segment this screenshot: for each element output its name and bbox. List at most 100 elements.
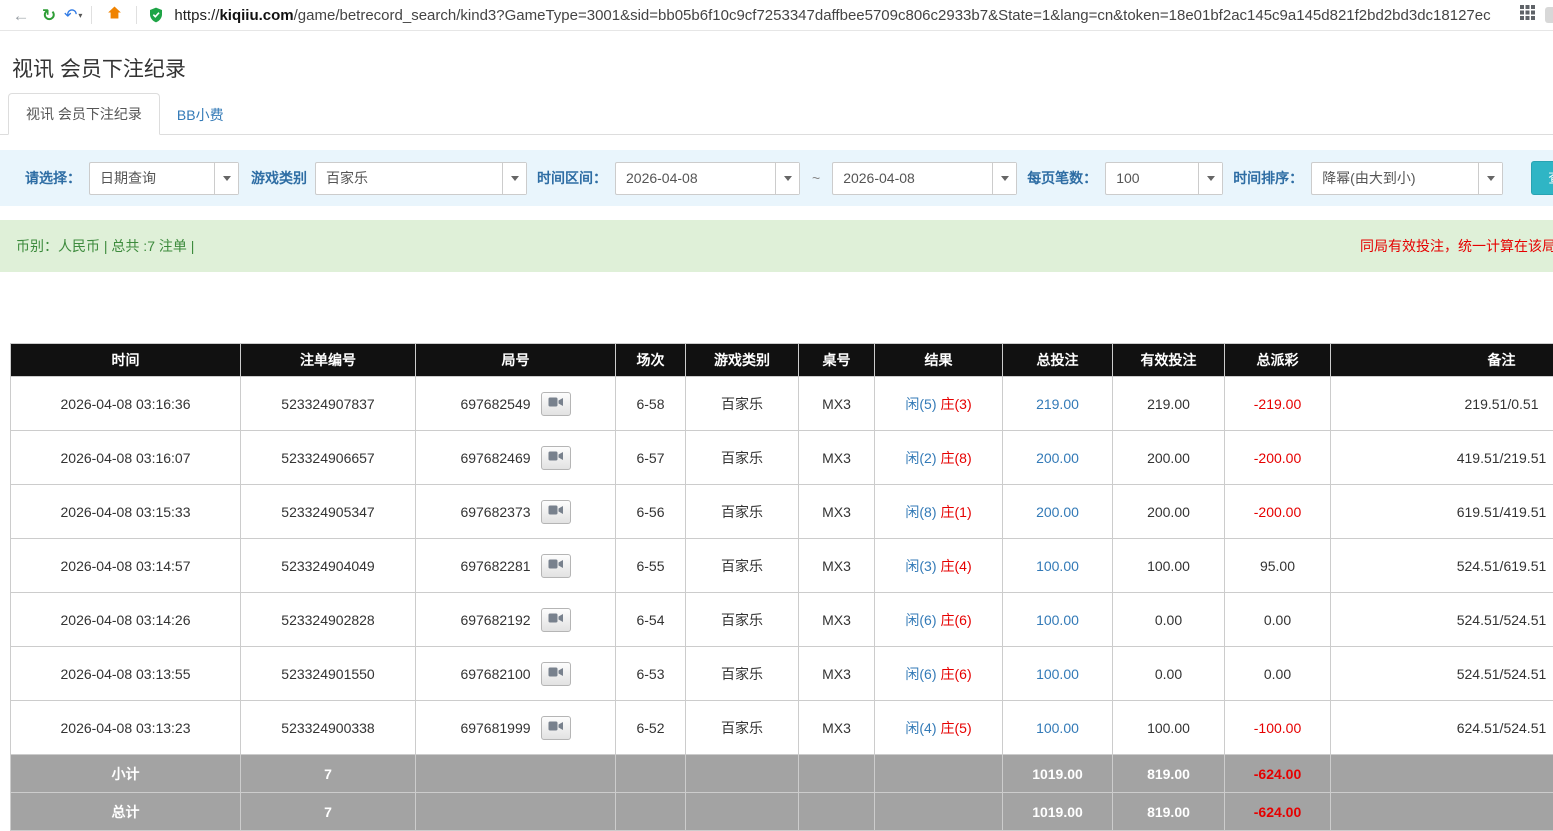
result-player: 闲(5) — [905, 396, 936, 412]
chevron-down-icon — [775, 163, 799, 194]
result-player: 闲(8) — [905, 504, 936, 520]
cell-bet-id: 523324907837 — [241, 377, 416, 431]
cell-time: 2026-04-08 03:16:07 — [11, 431, 241, 485]
video-camera-icon — [548, 504, 564, 519]
back-icon[interactable]: ← — [8, 1, 34, 30]
video-replay-button[interactable] — [541, 554, 571, 578]
result-banker: 庄(1) — [941, 504, 972, 520]
cell-time: 2026-04-08 03:13:23 — [11, 701, 241, 755]
cell-bet-id: 523324905347 — [241, 485, 416, 539]
cell-valid-bet: 200.00 — [1113, 485, 1225, 539]
result-player: 闲(3) — [905, 558, 936, 574]
cell-table-no: MX3 — [799, 593, 875, 647]
cell-payout: 0.00 — [1225, 647, 1331, 701]
video-replay-button[interactable] — [541, 500, 571, 524]
divider — [136, 6, 137, 24]
cell-session: 6-58 — [616, 377, 686, 431]
page-size-label: 每页笔数： — [1027, 168, 1097, 188]
cell-result: 闲(8) 庄(1) — [875, 485, 1003, 539]
refresh-icon[interactable]: ↻ — [36, 1, 62, 30]
total-bet-link[interactable]: 200.00 — [1036, 450, 1079, 466]
game-type-label: 游戏类别 — [251, 168, 307, 188]
cell-total-bet: 100.00 — [1003, 593, 1113, 647]
total-bet-link[interactable]: 100.00 — [1036, 666, 1079, 682]
search-button[interactable]: 查询 — [1531, 161, 1553, 195]
url-text[interactable]: https://kiqiiu.com/game/betrecord_search… — [174, 7, 1490, 24]
query-type-select[interactable]: 日期查询 — [89, 162, 239, 195]
cell-remark: 524.51/619.51 — [1331, 539, 1553, 593]
cell-result: 闲(3) 庄(4) — [875, 539, 1003, 593]
cell-total-bet: 100.00 — [1003, 647, 1113, 701]
video-replay-button[interactable] — [541, 446, 571, 470]
total-bet-link[interactable]: 100.00 — [1036, 612, 1079, 628]
column-header: 有效投注 — [1113, 344, 1225, 377]
column-header: 桌号 — [799, 344, 875, 377]
cell-payout: -200.00 — [1225, 485, 1331, 539]
game-type-select[interactable]: 百家乐 — [315, 162, 527, 195]
video-replay-button[interactable] — [541, 662, 571, 686]
cell-round-id: 697682100 — [416, 647, 616, 701]
summary-label: 小计 — [11, 755, 241, 793]
cell-bet-id: 523324900338 — [241, 701, 416, 755]
total-bet-link[interactable]: 100.00 — [1036, 558, 1079, 574]
bet-records-table-wrap: 时间注单编号局号场次游戏类别桌号结果总投注有效投注总派彩备注 2026-04-0… — [0, 343, 1553, 831]
summary-bar: 币别：人民币 | 总共 :7 注单 | 同局有效投注，统一计算在该局 — [0, 220, 1553, 272]
table-row: 2026-04-08 03:14:57523324904049697682281… — [11, 539, 1553, 593]
cell-game-type: 百家乐 — [686, 377, 799, 431]
cell-payout: -100.00 — [1225, 701, 1331, 755]
video-camera-icon — [548, 720, 564, 735]
summary-payout: -624.00 — [1225, 755, 1331, 793]
security-shield-icon[interactable] — [148, 7, 164, 23]
table-row: 2026-04-08 03:13:55523324901550697682100… — [11, 647, 1553, 701]
cell-bet-id: 523324904049 — [241, 539, 416, 593]
date-from-input[interactable]: 2026-04-08 — [615, 162, 800, 195]
cell-bet-id: 523324906657 — [241, 431, 416, 485]
chevron-down-icon — [502, 163, 526, 194]
result-banker: 庄(8) — [941, 450, 972, 466]
cell-session: 6-57 — [616, 431, 686, 485]
cell-valid-bet: 100.00 — [1113, 701, 1225, 755]
filter-bar: 请选择： 日期查询 游戏类别 百家乐 时间区间： 2026-04-08 ~ 20… — [0, 150, 1553, 206]
cell-table-no: MX3 — [799, 377, 875, 431]
apps-grid-icon[interactable] — [1520, 5, 1535, 25]
cell-table-no: MX3 — [799, 431, 875, 485]
cell-valid-bet: 0.00 — [1113, 647, 1225, 701]
result-banker: 庄(4) — [941, 558, 972, 574]
total-bet-link[interactable]: 219.00 — [1036, 396, 1079, 412]
tab-bb-tip[interactable]: BB小费 — [160, 95, 241, 135]
date-to-input[interactable]: 2026-04-08 — [832, 162, 1017, 195]
cell-round-id: 697681999 — [416, 701, 616, 755]
cell-remark: 419.51/219.51 — [1331, 431, 1553, 485]
cell-time: 2026-04-08 03:13:55 — [11, 647, 241, 701]
cell-remark: 619.51/419.51 — [1331, 485, 1553, 539]
column-header: 游戏类别 — [686, 344, 799, 377]
cell-payout: -200.00 — [1225, 431, 1331, 485]
table-row: 2026-04-08 03:16:36523324907837697682549… — [11, 377, 1553, 431]
toolbar-icon-cutoff[interactable] — [1545, 7, 1553, 23]
divider — [91, 6, 92, 24]
time-sort-select[interactable]: 降幂(由大到小) — [1311, 162, 1503, 195]
table-row: 2026-04-08 03:16:07523324906657697682469… — [11, 431, 1553, 485]
video-replay-button[interactable] — [541, 392, 571, 416]
tab-bet-records[interactable]: 视讯 会员下注纪录 — [8, 93, 160, 135]
cell-valid-bet: 100.00 — [1113, 539, 1225, 593]
chevron-down-icon — [1478, 163, 1502, 194]
column-header: 总派彩 — [1225, 344, 1331, 377]
cell-session: 6-53 — [616, 647, 686, 701]
cell-total-bet: 200.00 — [1003, 485, 1113, 539]
video-replay-button[interactable] — [541, 716, 571, 740]
chevron-down-icon: ▾ — [78, 11, 82, 20]
total-bet-link[interactable]: 200.00 — [1036, 504, 1079, 520]
query-type-label: 请选择： — [25, 168, 81, 188]
page-size-select[interactable]: 100 — [1105, 162, 1223, 195]
video-replay-button[interactable] — [541, 608, 571, 632]
undo-button[interactable]: ↶ ▾ — [64, 5, 82, 25]
cell-bet-id: 523324901550 — [241, 647, 416, 701]
total-bet-link[interactable]: 100.00 — [1036, 720, 1079, 736]
cell-time: 2026-04-08 03:14:26 — [11, 593, 241, 647]
cell-result: 闲(6)庄(6) — [875, 647, 1003, 701]
home-icon[interactable] — [101, 1, 127, 30]
cell-table-no: MX3 — [799, 701, 875, 755]
cell-total-bet: 100.00 — [1003, 701, 1113, 755]
cell-session: 6-56 — [616, 485, 686, 539]
